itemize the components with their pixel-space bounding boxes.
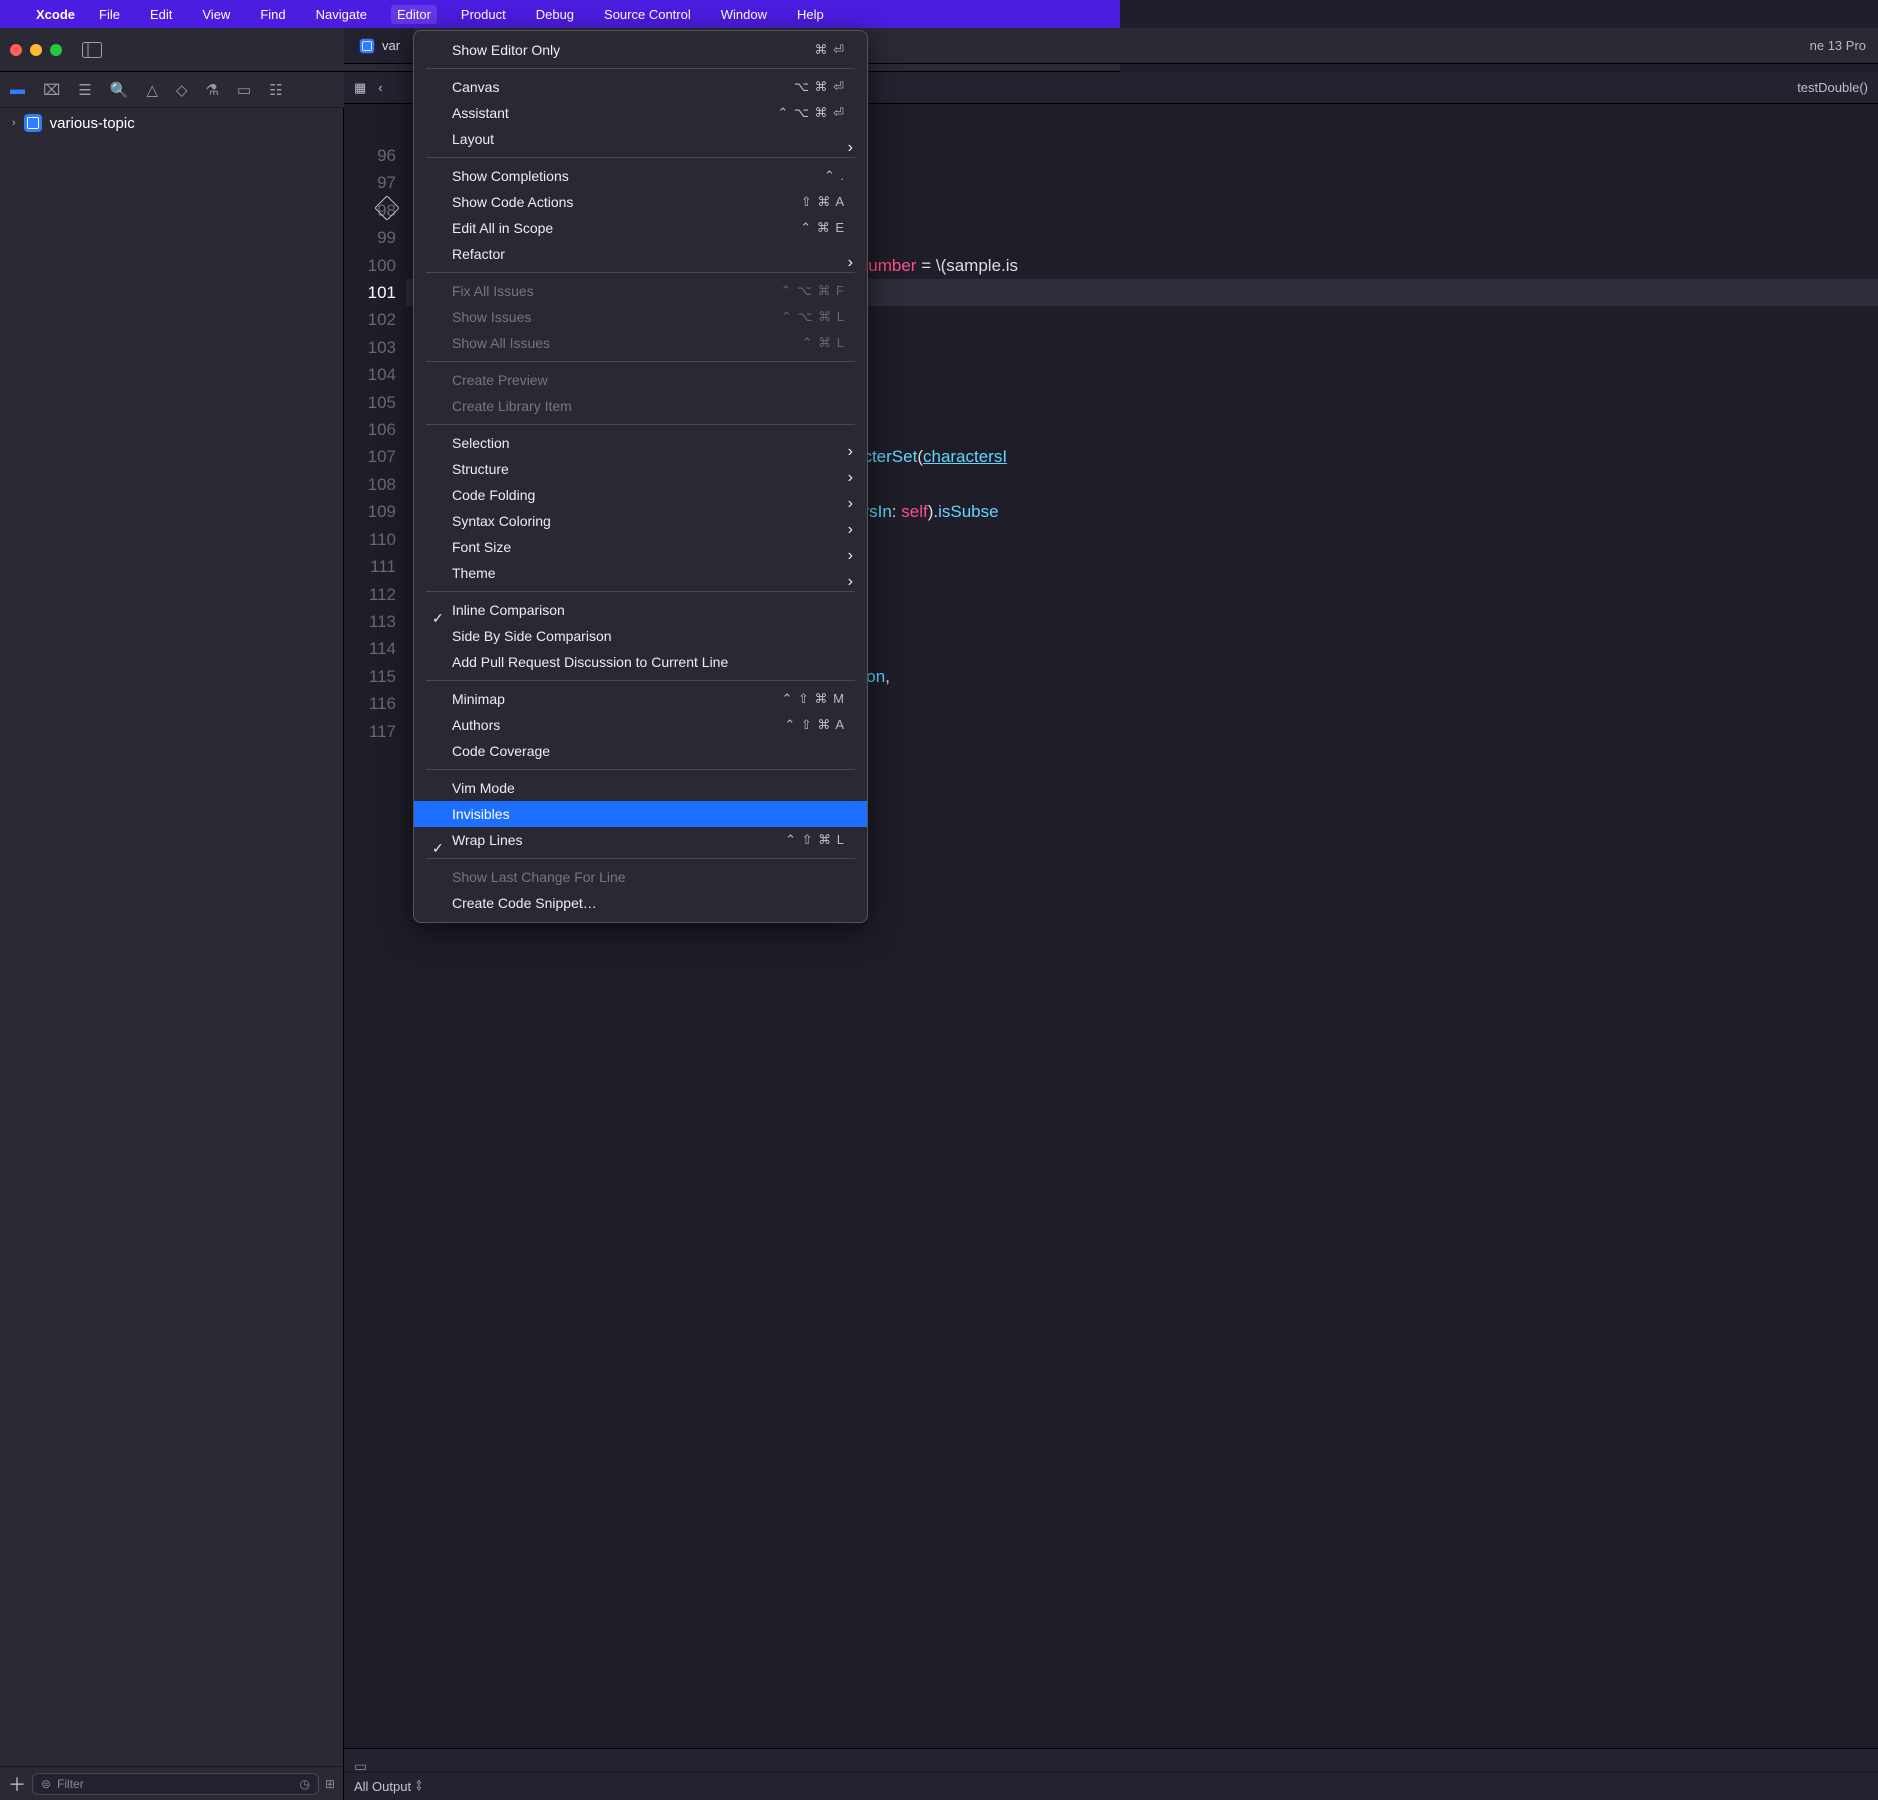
menu-item-selection[interactable]: Selection bbox=[414, 430, 867, 456]
menu-item-show-editor-only[interactable]: Show Editor Only⌘ ⏎ bbox=[414, 37, 867, 63]
menu-item-create-code-snippet[interactable]: Create Code Snippet… bbox=[414, 890, 867, 916]
menu-bar-item-help[interactable]: Help bbox=[791, 5, 830, 24]
menu-bar-item-product[interactable]: Product bbox=[455, 5, 512, 24]
filter-icon: ⊜ bbox=[41, 1777, 51, 1791]
back-icon[interactable]: ‹ bbox=[378, 80, 382, 95]
menu-bar-item-navigate[interactable]: Navigate bbox=[310, 5, 373, 24]
test-navigator-icon[interactable]: ◇ bbox=[176, 81, 188, 99]
menu-item-wrap-lines[interactable]: Wrap Lines⌃ ⇧ ⌘ L bbox=[414, 827, 867, 853]
jump-bar-path[interactable]: testDouble() bbox=[1797, 80, 1868, 95]
project-navigator-sidebar: › various-topic ＋ ⊜ Filter ◷ ⊞ bbox=[0, 108, 344, 1800]
chevron-updown-icon: ⇳ bbox=[415, 1778, 423, 1796]
sidebar-toggle-icon[interactable] bbox=[80, 39, 104, 61]
menu-item-create-preview: Create Preview bbox=[414, 367, 867, 393]
menu-item-vim-mode[interactable]: Vim Mode bbox=[414, 775, 867, 801]
debug-navigator-icon[interactable]: ⚗ bbox=[206, 81, 219, 99]
menu-bar-item-view[interactable]: View bbox=[196, 5, 236, 24]
menu-item-refactor[interactable]: Refactor bbox=[414, 241, 867, 267]
find-navigator-icon[interactable]: 🔍 bbox=[110, 81, 129, 99]
issue-navigator-icon[interactable]: △ bbox=[146, 81, 158, 99]
traffic-lights[interactable] bbox=[10, 44, 62, 56]
menu-item-fix-all-issues: Fix All Issues⌃ ⌥ ⌘ F bbox=[414, 278, 867, 304]
menu-item-code-folding[interactable]: Code Folding bbox=[414, 482, 867, 508]
menu-item-show-code-actions[interactable]: Show Code Actions⇧ ⌘ A bbox=[414, 189, 867, 215]
menu-item-edit-all-in-scope[interactable]: Edit All in Scope⌃ ⌘ E bbox=[414, 215, 867, 241]
symbol-navigator-icon[interactable]: ☰ bbox=[78, 81, 91, 99]
menu-bar-item-debug[interactable]: Debug bbox=[530, 5, 580, 24]
related-items-icon[interactable]: ▦ bbox=[354, 80, 366, 96]
editor-dropdown-menu[interactable]: Show Editor Only⌘ ⏎ Canvas⌥ ⌘ ⏎Assistant⌃… bbox=[413, 30, 868, 923]
menu-item-authors[interactable]: Authors⌃ ⇧ ⌘ A bbox=[414, 712, 867, 738]
output-filter-label[interactable]: All Output bbox=[354, 1779, 411, 1794]
menu-item-minimap[interactable]: Minimap⌃ ⇧ ⌘ M bbox=[414, 686, 867, 712]
menu-bar-item-find[interactable]: Find bbox=[254, 5, 291, 24]
add-file-button[interactable]: ＋ bbox=[8, 1771, 26, 1797]
line-number-gutter: 9697989910010110210310410510610710810911… bbox=[344, 140, 406, 745]
filter-field[interactable]: ⊜ Filter ◷ bbox=[32, 1773, 319, 1795]
menu-item-show-last-change-for-line: Show Last Change For Line bbox=[414, 864, 867, 890]
project-name-label: various-topic bbox=[50, 115, 135, 132]
project-row[interactable]: › various-topic bbox=[0, 108, 343, 138]
app-name[interactable]: Xcode bbox=[36, 7, 75, 22]
menu-bar-item-window[interactable]: Window bbox=[715, 5, 773, 24]
menu-bar-item-file[interactable]: File bbox=[93, 5, 126, 24]
menu-item-show-issues: Show Issues⌃ ⌥ ⌘ L bbox=[414, 304, 867, 330]
menu-item-show-all-issues: Show All Issues⌃ ⌘ L bbox=[414, 330, 867, 356]
report-navigator-icon[interactable]: ☷ bbox=[269, 81, 282, 99]
menu-item-assistant[interactable]: Assistant⌃ ⌥ ⌘ ⏎ bbox=[414, 100, 867, 126]
breakpoint-navigator-icon[interactable]: ▭ bbox=[237, 81, 251, 99]
minimize-window-icon[interactable] bbox=[30, 44, 42, 56]
scheme-device-label[interactable]: ne 13 Pro bbox=[1810, 38, 1866, 53]
menu-item-code-coverage[interactable]: Code Coverage bbox=[414, 738, 867, 764]
swift-file-icon bbox=[360, 38, 374, 52]
close-window-icon[interactable] bbox=[10, 44, 22, 56]
recent-files-icon[interactable]: ◷ bbox=[299, 1777, 309, 1791]
source-control-navigator-icon[interactable]: ⌧ bbox=[43, 81, 60, 99]
menu-item-show-completions[interactable]: Show Completions⌃ . bbox=[414, 163, 867, 189]
menu-item-layout[interactable]: Layout bbox=[414, 126, 867, 152]
menu-bar-item-source-control[interactable]: Source Control bbox=[598, 5, 697, 24]
debug-console: ▭ All Output⇳ bbox=[344, 1748, 1878, 1800]
tab-title: var bbox=[382, 38, 400, 53]
menu-item-side-by-side-comparison[interactable]: Side By Side Comparison bbox=[414, 623, 867, 649]
project-navigator-icon[interactable]: ▬ bbox=[10, 81, 25, 98]
scm-filter-icon[interactable]: ⊞ bbox=[325, 1777, 335, 1791]
menu-item-font-size[interactable]: Font Size bbox=[414, 534, 867, 560]
filter-placeholder: Filter bbox=[57, 1777, 84, 1791]
disclosure-icon[interactable]: › bbox=[12, 117, 16, 129]
menu-item-inline-comparison[interactable]: Inline Comparison bbox=[414, 597, 867, 623]
menu-item-create-library-item: Create Library Item bbox=[414, 393, 867, 419]
editor-tab[interactable]: var bbox=[344, 28, 414, 63]
zoom-window-icon[interactable] bbox=[50, 44, 62, 56]
menu-bar-item-edit[interactable]: Edit bbox=[144, 5, 178, 24]
menu-item-theme[interactable]: Theme bbox=[414, 560, 867, 586]
menu-item-syntax-coloring[interactable]: Syntax Coloring bbox=[414, 508, 867, 534]
menu-item-invisibles[interactable]: Invisibles bbox=[414, 801, 867, 827]
menu-item-structure[interactable]: Structure bbox=[414, 456, 867, 482]
system-menu-bar[interactable]: Xcode File Edit View Find Navigate Editor Prod… bbox=[0, 0, 1120, 28]
menu-item-add-pull-request-discussion-to-current-line[interactable]: Add Pull Request Discussion to Current L… bbox=[414, 649, 867, 675]
xcode-project-icon bbox=[24, 114, 42, 132]
menu-item-canvas[interactable]: Canvas⌥ ⌘ ⏎ bbox=[414, 74, 867, 100]
navigator-filter-bar: ＋ ⊜ Filter ◷ ⊞ bbox=[0, 1766, 343, 1800]
menu-bar-item-editor[interactable]: Editor bbox=[391, 5, 437, 24]
